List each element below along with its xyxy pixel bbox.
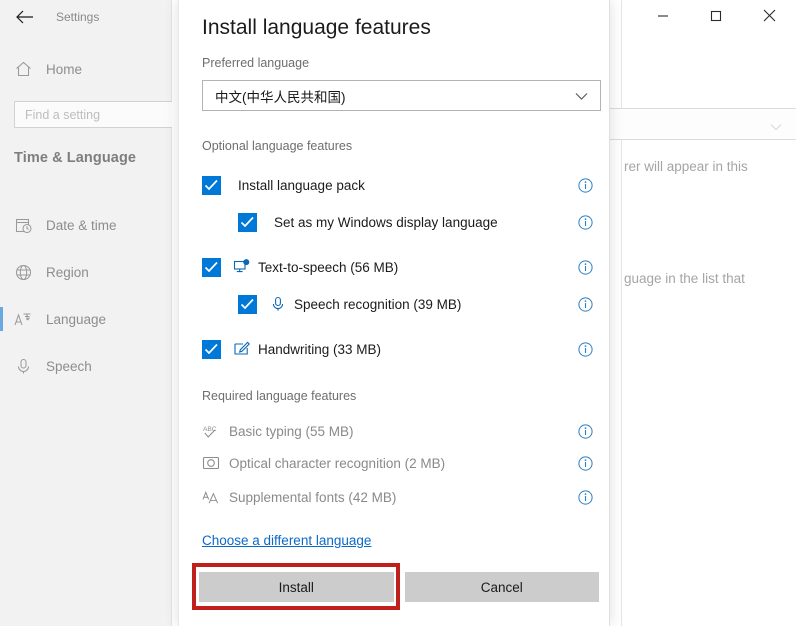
home-icon (14, 60, 32, 78)
back-button[interactable] (12, 0, 38, 34)
window-controls (636, 0, 796, 31)
optional-feature-row[interactable]: Install language pack (202, 171, 601, 199)
background-text-line1: rer will appear in this (624, 159, 748, 174)
minimize-icon[interactable] (636, 0, 689, 31)
required-feature-label: Supplemental fonts (42 MB) (229, 489, 397, 505)
search-placeholder: Find a setting (25, 107, 101, 122)
info-icon[interactable] (577, 489, 593, 505)
sidebar-item-label: Language (46, 311, 107, 327)
sidebar-item-language[interactable]: Language (0, 300, 172, 338)
sidebar-category-title: Time & Language (14, 150, 137, 166)
info-icon[interactable] (577, 177, 593, 193)
chevron-down-icon (770, 118, 782, 136)
sidebar-item-label: Speech (46, 358, 92, 374)
preferred-language-label: Preferred language (202, 56, 310, 70)
back-arrow-icon[interactable] (12, 4, 38, 30)
checkbox-text-to-speech[interactable] (202, 257, 221, 277)
choose-different-language-link[interactable]: Choose a different language (202, 533, 371, 548)
calendar-clock-icon (14, 216, 32, 234)
app-title: Settings (56, 10, 100, 24)
maximize-icon[interactable] (689, 0, 742, 31)
optional-feature-row[interactable]: Text-to-speech (56 MB) (202, 253, 601, 281)
text-to-speech-icon (233, 258, 251, 276)
optional-feature-label: Speech recognition (39 MB) (294, 296, 462, 312)
sidebar-item-date-time[interactable]: Date & time (0, 206, 172, 244)
info-icon[interactable] (577, 341, 593, 357)
background-text-line2: guage in the list that (624, 271, 745, 286)
screen: Settings Home Find a setting Time & Lang… (0, 0, 796, 626)
required-feature-row: Supplemental fonts (42 MB) (202, 483, 601, 511)
required-feature-row: Optical character recognition (2 MB) (202, 449, 601, 477)
ocr-icon (202, 454, 220, 472)
optional-feature-row[interactable]: Speech recognition (39 MB) (202, 290, 601, 318)
cancel-button[interactable]: Cancel (404, 572, 599, 602)
sidebar-item-speech[interactable]: Speech (0, 347, 172, 385)
optional-feature-label: Text-to-speech (56 MB) (258, 259, 399, 275)
sidebar-item-home[interactable]: Home (0, 50, 172, 88)
install-button[interactable]: Install (199, 572, 394, 602)
optional-feature-label: Handwriting (33 MB) (258, 341, 382, 357)
checkbox-set-as-display-language[interactable] (238, 212, 257, 232)
info-icon[interactable] (577, 296, 593, 312)
dialog-title: Install language features (202, 16, 431, 39)
optional-features-label: Optional language features (202, 139, 353, 153)
background-dropdown[interactable] (586, 108, 796, 140)
settings-sidebar: Settings Home Find a setting Time & Lang… (0, 0, 190, 626)
basic-typing-icon: ABC (202, 422, 220, 440)
sidebar-item-label: Region (46, 264, 89, 280)
info-icon[interactable] (577, 259, 593, 275)
info-icon[interactable] (577, 455, 593, 471)
handwriting-icon (233, 340, 251, 358)
sidebar-item-region[interactable]: Region (0, 253, 172, 291)
optional-feature-label: Install language pack (238, 177, 365, 193)
svg-text:ABC: ABC (203, 426, 217, 433)
search-input[interactable]: Find a setting (14, 101, 190, 128)
optional-feature-row[interactable]: Handwriting (33 MB) (202, 335, 601, 363)
fonts-icon (202, 488, 220, 506)
globe-icon (14, 263, 32, 281)
content-divider (621, 0, 622, 626)
required-features-label: Required language features (202, 389, 357, 403)
language-icon (14, 310, 32, 328)
optional-feature-row[interactable]: Set as my Windows display language (202, 208, 601, 236)
chevron-down-icon (575, 89, 588, 104)
microphone-icon (269, 295, 287, 313)
checkbox-speech-recognition[interactable] (238, 294, 257, 314)
checkbox-handwriting[interactable] (202, 339, 221, 359)
dialog-button-row: Install Cancel (199, 572, 599, 602)
sidebar-item-label: Date & time (46, 217, 117, 233)
required-feature-row: ABC Basic typing (55 MB) (202, 417, 601, 445)
info-icon[interactable] (577, 214, 593, 230)
close-icon[interactable] (743, 0, 796, 31)
sidebar-item-label: Home (46, 61, 83, 77)
checkbox-install-language-pack[interactable] (202, 175, 221, 195)
required-feature-label: Basic typing (55 MB) (229, 423, 354, 439)
preferred-language-value: 中文(中华人民共和国) (215, 89, 346, 105)
required-feature-label: Optical character recognition (2 MB) (229, 455, 446, 471)
microphone-icon (14, 357, 32, 375)
install-language-features-dialog: Install language features Preferred lang… (178, 0, 610, 626)
preferred-language-dropdown[interactable]: 中文(中华人民共和国) (202, 80, 601, 111)
info-icon[interactable] (577, 423, 593, 439)
optional-feature-label: Set as my Windows display language (274, 214, 498, 230)
